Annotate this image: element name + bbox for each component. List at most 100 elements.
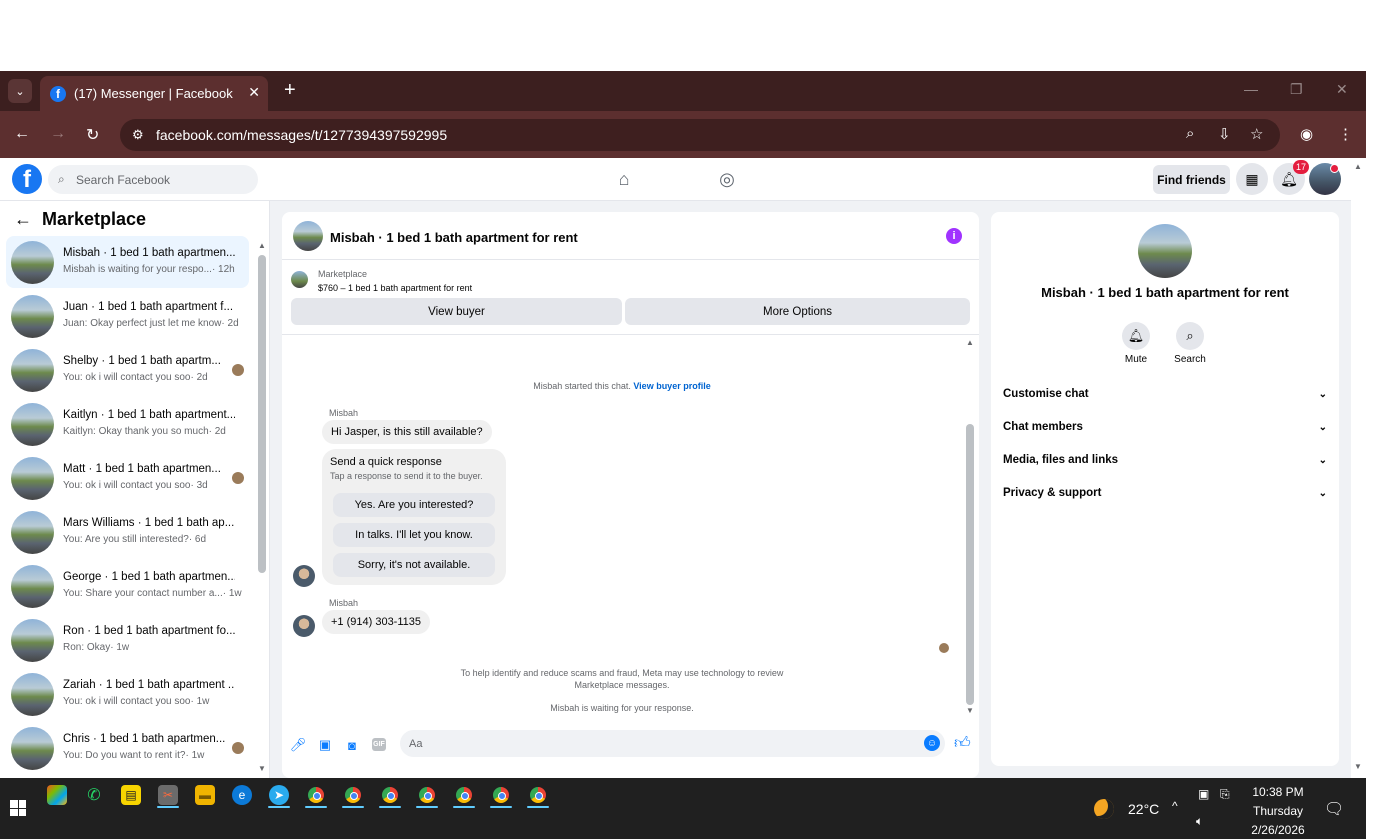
chat-title[interactable]: Misbah · 1 bed 1 bath apartment for rent <box>330 230 578 245</box>
page-scrollbar[interactable]: ▲ ▼ <box>1351 158 1366 778</box>
weather-widget[interactable]: 22°C <box>1094 799 1159 819</box>
system-clock[interactable]: 10:38 PM Thursday 2/26/2026 <box>1240 783 1316 840</box>
zoom-icon[interactable]: ⌕ <box>1186 125 1194 142</box>
new-tab-icon[interactable]: + <box>284 79 296 102</box>
incoming-message[interactable]: +1 (914) 303-1135 <box>322 610 431 634</box>
quick-response-sorry-button[interactable]: Sorry, it's not available. <box>333 553 495 577</box>
minimize-icon[interactable]: — <box>1244 81 1258 97</box>
sticker-icon[interactable]: ◙ <box>344 737 360 753</box>
listing-thumbnail[interactable] <box>291 271 308 288</box>
chat-scroll-up-icon[interactable]: ▲ <box>966 338 974 347</box>
tab-search-dropdown-icon[interactable]: ⌄ <box>8 79 32 103</box>
chrome-icon[interactable] <box>528 785 548 805</box>
chrome-icon[interactable] <box>417 785 437 805</box>
buyer-avatar[interactable] <box>293 565 315 587</box>
info-avatar[interactable] <box>1138 224 1192 278</box>
media-files-links-row[interactable]: Media, files and links ⌄ <box>1003 450 1327 470</box>
emoji-icon[interactable]: ☺ <box>924 735 940 751</box>
info-icon[interactable]: i <box>946 228 962 244</box>
menu-grid-icon[interactable]: ▦ <box>1236 163 1268 195</box>
facebook-search-input[interactable]: ⌕ Search Facebook <box>48 165 258 194</box>
restore-icon[interactable]: ❐ <box>1290 81 1303 98</box>
facebook-logo-icon[interactable]: f <box>12 164 42 194</box>
conversation-item[interactable]: Zariah · 1 bed 1 bath apartment ... You: … <box>6 668 249 720</box>
chrome-icon[interactable] <box>380 785 400 805</box>
more-options-button[interactable]: More Options <box>625 298 970 325</box>
windows-start-icon[interactable] <box>10 800 26 816</box>
edge-icon[interactable]: e <box>232 785 252 805</box>
bookmark-star-icon[interactable]: ☆ <box>1250 125 1263 143</box>
chrome-icon[interactable] <box>306 785 326 805</box>
chat-avatar[interactable] <box>293 221 323 251</box>
listing-title[interactable]: $760 – 1 bed 1 bath apartment for rent <box>318 283 472 293</box>
conversation-item[interactable]: Misbah · 1 bed 1 bath apartmen... Misbah … <box>6 236 249 288</box>
notification-center-icon[interactable]: 🗨︎ <box>1324 799 1344 819</box>
chat-members-row[interactable]: Chat members ⌄ <box>1003 417 1327 437</box>
install-app-icon[interactable]: ⇩ <box>1218 125 1231 143</box>
forward-icon[interactable]: → <box>50 125 66 143</box>
tray-overflow-icon[interactable]: ^ <box>1172 799 1178 813</box>
chat-scrollbar[interactable] <box>966 424 974 705</box>
conversation-name: Shelby · 1 bed 1 bath apartm... <box>63 355 221 367</box>
chat-info-panel: Misbah · 1 bed 1 bath apartment for rent… <box>991 212 1339 766</box>
network-icon[interactable]: ⎘ <box>1220 787 1230 802</box>
volume-icon[interactable]: 🔈︎ <box>1196 814 1203 829</box>
snipping-tool-icon[interactable]: ✂ <box>158 785 178 805</box>
url-field[interactable]: ⚙ facebook.com/messages/t/12773943975929… <box>120 119 1280 151</box>
chrome-icon[interactable] <box>343 785 363 805</box>
gif-icon[interactable]: GIF <box>372 738 386 751</box>
back-arrow-icon[interactable]: ← <box>14 209 32 230</box>
tab-close-icon[interactable]: ✕ <box>248 84 260 101</box>
page-scroll-up-icon[interactable]: ▲ <box>1354 162 1362 171</box>
windows-taskbar: ✆ ▤ ✂ ▬ e ➤ 22°C ^ ▣ ⎘ 🔈︎ 10:38 PM Thurs… <box>0 778 1366 839</box>
conversation-item[interactable]: Mars Williams · 1 bed 1 bath ap... You: A… <box>6 506 249 558</box>
conversation-item[interactable]: Kaitlyn · 1 bed 1 bath apartment... Kaitl… <box>6 398 249 450</box>
buyer-avatar[interactable] <box>293 615 315 637</box>
browser-menu-icon[interactable]: ⋮ <box>1338 125 1353 143</box>
profile-icon[interactable]: ◉ <box>1300 125 1313 143</box>
conversation-name: George · 1 bed 1 bath apartmen... <box>63 571 235 583</box>
microphone-icon[interactable]: 🎤︎ <box>290 737 307 753</box>
conversation-item[interactable]: Shelby · 1 bed 1 bath apartm... You: ok i… <box>6 344 249 396</box>
sticky-notes-icon[interactable]: ▤ <box>121 785 141 805</box>
find-friends-button[interactable]: Find friends <box>1153 165 1230 194</box>
message-input[interactable]: Aa <box>400 730 945 757</box>
groups-icon[interactable]: ◎ <box>715 167 739 191</box>
whatsapp-icon[interactable]: ✆ <box>84 785 104 805</box>
conversation-item[interactable]: Juan · 1 bed 1 bath apartment f... Juan: … <box>6 290 249 342</box>
conversation-avatar <box>11 565 54 608</box>
reload-icon[interactable]: ↻ <box>86 125 99 145</box>
conversation-item[interactable]: Ron · 1 bed 1 bath apartment fo... Ron: O… <box>6 614 249 666</box>
conversation-item[interactable]: George · 1 bed 1 bath apartmen... You: Sh… <box>6 560 249 612</box>
chrome-icon[interactable] <box>454 785 474 805</box>
like-thumb-icon[interactable]: 👍︎ <box>954 734 971 753</box>
view-buyer-button[interactable]: View buyer <box>291 298 622 325</box>
telegram-icon[interactable]: ➤ <box>269 785 289 805</box>
scroll-up-icon[interactable]: ▲ <box>258 241 266 250</box>
view-buyer-profile-link[interactable]: View buyer profile <box>633 381 710 391</box>
close-window-icon[interactable]: ✕ <box>1336 81 1348 98</box>
conversation-item[interactable]: Chris · 1 bed 1 bath apartmen... You: Do … <box>6 722 249 774</box>
search-action[interactable]: ⌕ Search <box>1170 322 1210 365</box>
quick-response-yes-button[interactable]: Yes. Are you interested? <box>333 493 495 517</box>
scroll-down-icon[interactable]: ▼ <box>258 764 266 773</box>
mute-action[interactable]: 🔔︎ Mute <box>1116 322 1156 365</box>
home-icon[interactable]: ⌂ <box>612 167 636 191</box>
sidebar-scrollbar[interactable] <box>258 255 266 573</box>
customise-chat-row[interactable]: Customise chat ⌄ <box>1003 384 1327 404</box>
conversation-item[interactable]: Matt · 1 bed 1 bath apartmen... You: ok i… <box>6 452 249 504</box>
photo-icon[interactable]: ▣ <box>317 737 333 753</box>
browser-tab[interactable]: f (17) Messenger | Facebook ✕ <box>40 76 268 111</box>
file-explorer-icon[interactable]: ▬ <box>195 785 215 805</box>
meet-now-icon[interactable]: ▣ <box>1198 787 1209 801</box>
page-scroll-down-icon[interactable]: ▼ <box>1354 762 1362 771</box>
conversation-preview: You: ok i will contact you soo· 2d <box>63 372 243 383</box>
back-icon[interactable]: ← <box>14 125 30 143</box>
site-settings-icon[interactable]: ⚙ <box>132 127 144 143</box>
quick-response-talks-button[interactable]: In talks. I'll let you know. <box>333 523 495 547</box>
copilot-icon[interactable] <box>47 785 67 805</box>
privacy-support-row[interactable]: Privacy & support ⌄ <box>1003 483 1327 503</box>
chrome-icon[interactable] <box>491 785 511 805</box>
incoming-message[interactable]: Hi Jasper, is this still available? <box>322 420 492 444</box>
chat-scroll-down-icon[interactable]: ▼ <box>966 706 974 715</box>
